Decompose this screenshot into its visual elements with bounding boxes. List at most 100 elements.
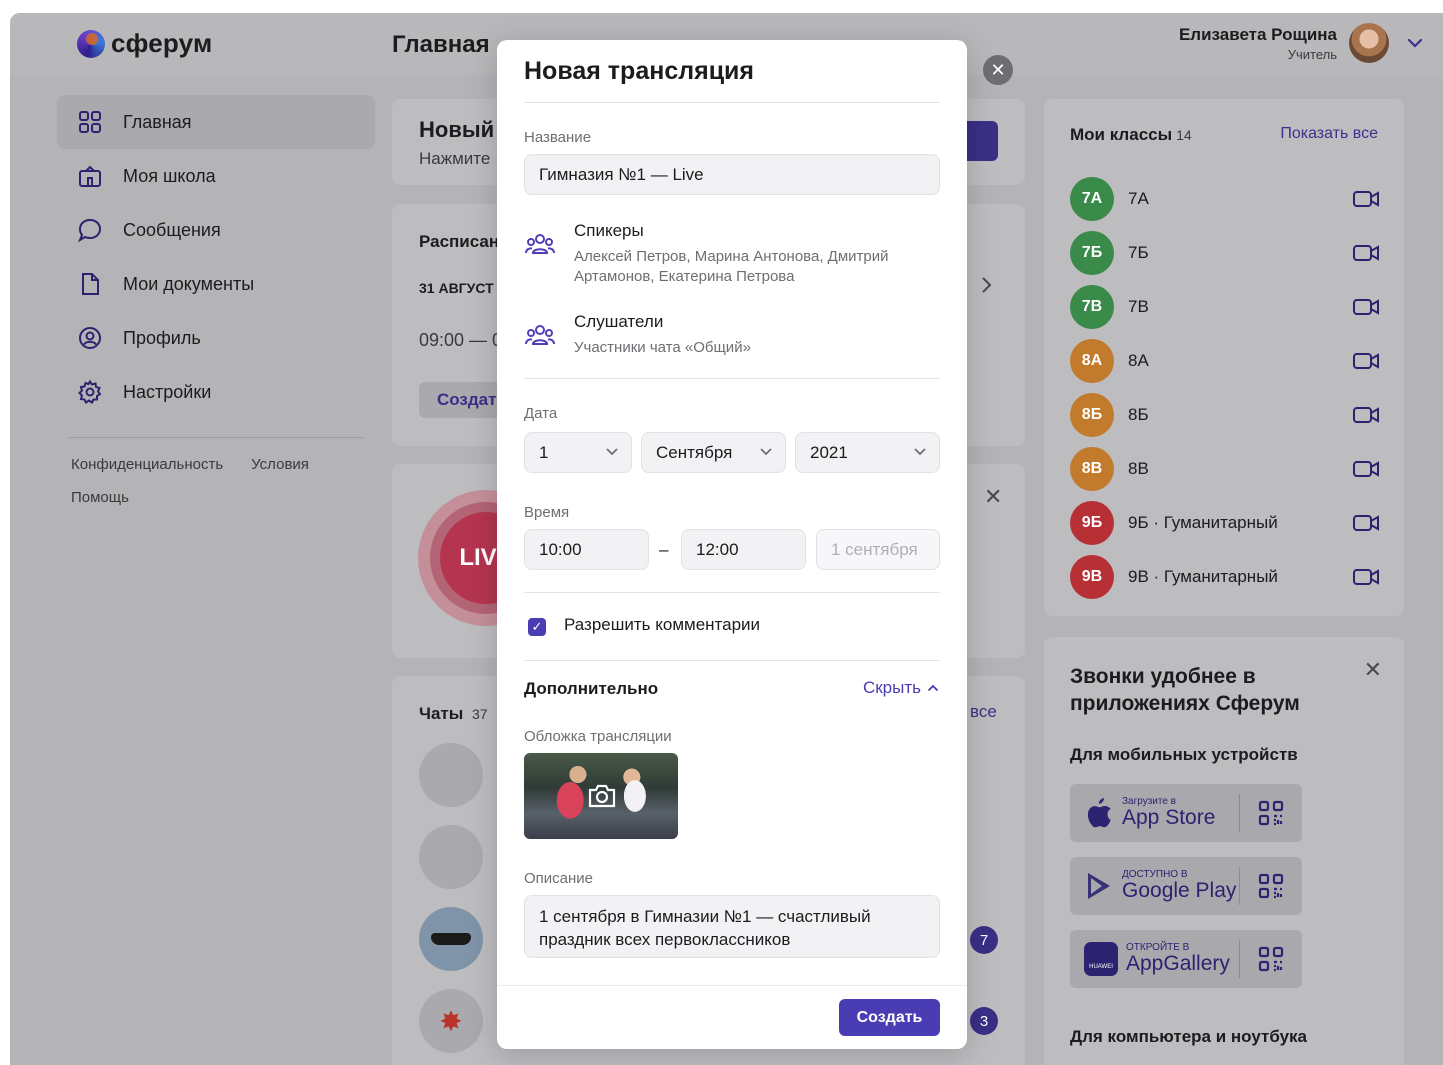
- allow-comments-checkbox[interactable]: ✓: [528, 618, 546, 636]
- stream-name-input[interactable]: Гимназия №1 — Live: [524, 154, 940, 195]
- chat-avatar[interactable]: [419, 743, 483, 807]
- speakers-list: Алексей Петров, Марина Антонова, Дмитрий…: [574, 248, 889, 285]
- class-row[interactable]: 9В 9В · Гуманитарный: [1070, 555, 1380, 599]
- user-name: Елизавета Рощина: [1178, 24, 1337, 44]
- class-row[interactable]: 7Б 7Б: [1070, 231, 1380, 275]
- cover-image[interactable]: [524, 753, 678, 839]
- app-store-button[interactable]: Загрузите в App Store: [1070, 784, 1302, 842]
- time-to-input[interactable]: 12:00: [681, 529, 806, 570]
- store-big-text: AppGallery: [1126, 952, 1230, 975]
- terms-link[interactable]: Условия: [251, 456, 309, 473]
- new-stream-modal: Новая трансляция Название Гимназия №1 — …: [497, 40, 967, 1049]
- day-select[interactable]: 1: [524, 432, 632, 473]
- class-name: 8А: [1128, 351, 1149, 370]
- class-badge: 7Б: [1070, 231, 1114, 275]
- schedule-create-button[interactable]: Создат: [419, 382, 509, 418]
- chevron-down-icon[interactable]: [1407, 35, 1423, 53]
- modal-close-button[interactable]: ✕: [983, 55, 1013, 85]
- sidebar-item-school[interactable]: Моя школа: [57, 149, 375, 203]
- class-row[interactable]: 9Б 9Б · Гуманитарный: [1070, 501, 1380, 545]
- video-call-icon[interactable]: [1352, 351, 1380, 371]
- description-textarea[interactable]: 1 сентября в Гимназии №1 — счастливый пр…: [524, 895, 940, 958]
- chat-avatar[interactable]: [419, 825, 483, 889]
- divider: [524, 592, 940, 593]
- video-call-icon[interactable]: [1352, 405, 1380, 425]
- qr-code-icon[interactable]: [1240, 873, 1302, 899]
- user-menu[interactable]: Елизавета Рощина Учитель: [1179, 23, 1389, 63]
- privacy-link[interactable]: Конфиденциальность: [71, 456, 223, 473]
- classes-count: 14: [1176, 127, 1192, 143]
- classes-card: Мои классы 14 Показать все 7А 7А 7Б 7Б 7В 7В 8А…: [1044, 99, 1404, 616]
- grid-icon: [77, 109, 103, 135]
- modal-title: Новая трансляция: [524, 57, 755, 85]
- chevron-right-icon[interactable]: [980, 276, 992, 299]
- speakers-row[interactable]: Спикеры Алексей Петров, Марина Антонова,…: [524, 221, 944, 287]
- help-link[interactable]: Помощь: [71, 489, 129, 506]
- allow-comments-label[interactable]: Разрешить комментарии: [564, 615, 760, 635]
- year-select[interactable]: 2021: [795, 432, 940, 473]
- appgallery-button[interactable]: HUAWEI ОТКРОЙТЕ В AppGallery: [1070, 930, 1302, 988]
- class-row[interactable]: 8В 8В: [1070, 447, 1380, 491]
- classes-title: Мои классы 14: [1070, 125, 1192, 144]
- month-select[interactable]: Сентября: [641, 432, 786, 473]
- class-badge: 9В: [1070, 555, 1114, 599]
- store-big-text: Google Play: [1122, 879, 1237, 902]
- video-call-icon[interactable]: [1352, 459, 1380, 479]
- class-name: 8В: [1128, 459, 1149, 478]
- divider: [524, 660, 940, 661]
- chat-avatar[interactable]: ✸: [419, 989, 483, 1053]
- show-all-link[interactable]: Показать все: [1280, 125, 1378, 143]
- class-row[interactable]: 8Б 8Б: [1070, 393, 1380, 437]
- qr-code-icon[interactable]: [1240, 800, 1302, 826]
- sidebar-item-home[interactable]: Главная: [57, 95, 375, 149]
- avatar[interactable]: [1349, 23, 1389, 63]
- class-badge: 8Б: [1070, 393, 1114, 437]
- class-name: 9Б · Гуманитарный: [1128, 513, 1278, 532]
- logo[interactable]: сферум: [77, 28, 212, 59]
- unread-badge: 7: [970, 926, 998, 954]
- new-card-title: Новый: [419, 117, 495, 142]
- logo-icon: [77, 29, 105, 58]
- description-label: Описание: [524, 870, 594, 887]
- class-row[interactable]: 8А 8А: [1070, 339, 1380, 383]
- google-play-button[interactable]: ДОСТУПНО В Google Play: [1070, 857, 1302, 915]
- cover-label: Обложка трансляции: [524, 728, 672, 745]
- video-call-icon[interactable]: [1352, 243, 1380, 263]
- huawei-logo-text: HUAWEI: [1089, 964, 1113, 970]
- class-row[interactable]: 7В 7В: [1070, 285, 1380, 329]
- create-button[interactable]: Создать: [839, 999, 940, 1036]
- class-name: 8Б: [1128, 405, 1149, 424]
- sidebar-item-documents[interactable]: Мои документы: [57, 257, 375, 311]
- qr-code-icon[interactable]: [1240, 946, 1302, 972]
- close-icon[interactable]: ✕: [1364, 657, 1382, 683]
- end-date-field: 1 сентября: [816, 529, 940, 570]
- camera-icon: [588, 784, 616, 808]
- close-icon[interactable]: ✕: [984, 484, 1002, 510]
- sidebar-item-settings[interactable]: Настройки: [57, 365, 375, 419]
- chat-avatar[interactable]: [419, 907, 483, 971]
- listeners-row[interactable]: Слушатели Участники чата «Общий»: [524, 312, 944, 358]
- sidebar-item-profile[interactable]: Профиль: [57, 311, 375, 365]
- hide-label: Скрыть: [862, 678, 921, 697]
- schedule-date: 31 АВГУСТ: [419, 280, 494, 296]
- video-call-icon[interactable]: [1352, 189, 1380, 209]
- chats-all-link[interactable]: все: [970, 702, 997, 722]
- sidebar-item-label: Профиль: [123, 327, 201, 348]
- video-call-icon[interactable]: [1352, 567, 1380, 587]
- promo-card: Звонки удобнее в приложениях Сферум ✕ Дл…: [1044, 637, 1404, 1065]
- time-from-input[interactable]: 10:00: [524, 529, 649, 570]
- user-role: Учитель: [1287, 46, 1337, 62]
- sidebar-item-messages[interactable]: Сообщения: [57, 203, 375, 257]
- chats-title: Чаты 37: [419, 704, 488, 723]
- listeners-sub: Участники чата «Общий»: [574, 339, 751, 356]
- video-call-icon[interactable]: [1352, 297, 1380, 317]
- time-label: Время: [524, 504, 570, 521]
- video-call-icon[interactable]: [1352, 513, 1380, 533]
- divider: [524, 102, 940, 103]
- class-row[interactable]: 7А 7А: [1070, 177, 1380, 221]
- schedule-time: 09:00 — 0: [419, 330, 503, 350]
- advanced-title: Дополнительно: [524, 679, 659, 698]
- sidebar-item-label: Настройки: [123, 381, 212, 402]
- sidebar-item-label: Сообщения: [123, 219, 221, 240]
- hide-advanced-button[interactable]: Скрыть: [863, 678, 939, 698]
